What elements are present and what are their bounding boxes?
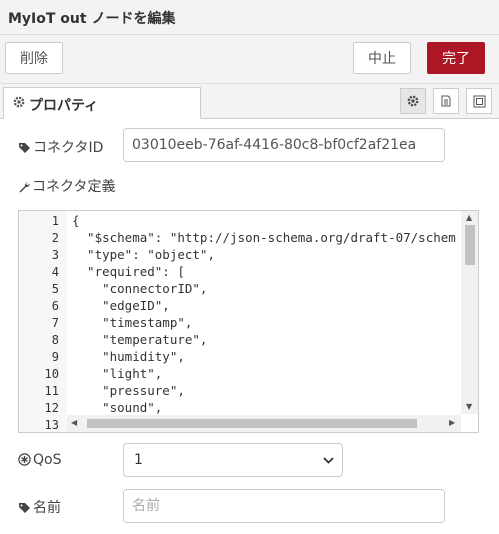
scroll-up-icon[interactable]: ▲ (466, 213, 472, 222)
wrench-icon (19, 182, 30, 193)
connector-def-label: コネクタ定義 (18, 176, 115, 196)
line-number: 5 (51, 282, 59, 296)
tab-properties-label: プロパティ (29, 98, 99, 114)
tab-properties[interactable]: プロパティ (3, 87, 201, 119)
code-line: "humidity", (72, 349, 185, 364)
appearance-view-button[interactable] (466, 88, 492, 114)
line-number: 12 (44, 401, 59, 415)
chevron-down-icon (323, 457, 334, 464)
done-button[interactable]: 完了 (427, 42, 485, 74)
gear-icon (407, 95, 419, 107)
asterisk-icon (18, 453, 31, 466)
line-number: 6 (51, 299, 59, 313)
line-number: 3 (51, 248, 59, 262)
editor-horizontal-scroll-thumb[interactable] (87, 419, 417, 428)
qos-select[interactable]: 1 (123, 443, 343, 477)
line-number: 4 (51, 265, 59, 279)
connector-id-input[interactable]: 03010eeb-76af-4416-80c8-bf0cf2af21ea (123, 128, 445, 162)
code-line: { (72, 213, 80, 228)
qos-selected-value: 1 (134, 452, 143, 468)
line-number: 8 (51, 333, 59, 347)
line-number: 7 (51, 316, 59, 330)
code-line: "light", (72, 366, 163, 381)
scroll-right-icon[interactable]: ▶ (449, 418, 455, 427)
editor-vertical-scroll-thumb[interactable] (465, 225, 475, 265)
description-icon (441, 95, 451, 107)
code-line: "timestamp", (72, 315, 193, 330)
properties-view-button[interactable] (400, 88, 426, 114)
line-number: 10 (44, 367, 59, 381)
delete-button[interactable]: 削除 (5, 42, 63, 74)
dialog-toolbar: 削除 中止 完了 (0, 35, 499, 84)
tag-icon (19, 143, 30, 153)
connector-id-label: コネクタID (18, 137, 103, 157)
code-line: "pressure", (72, 383, 185, 398)
code-line: "$schema": "http://json-schema.org/draft… (72, 230, 456, 245)
code-line: "temperature", (72, 332, 208, 347)
gear-icon (13, 96, 25, 108)
code-line: "edgeID", (72, 298, 170, 313)
code-line: "connectorID", (72, 281, 208, 296)
description-view-button[interactable] (433, 88, 459, 114)
scroll-left-icon[interactable]: ◀ (71, 418, 77, 427)
tag-icon (19, 503, 30, 513)
code-line: "required": [ (72, 264, 185, 279)
name-label: 名前 (18, 497, 61, 517)
dialog-title: MyIoT out ノードを編集 (8, 11, 176, 27)
dialog-title-bar: MyIoT out ノードを編集 (0, 0, 499, 35)
code-line: "type": "object", (72, 247, 215, 262)
appearance-icon (473, 95, 486, 108)
name-input[interactable]: 名前 (123, 489, 445, 523)
connector-def-editor[interactable]: 1 2 3 4 5 6 7 8 9 10 11 12 13 { "$schema… (18, 210, 479, 433)
line-number: 11 (44, 384, 59, 398)
qos-label: QoS (18, 452, 61, 468)
code-line: "sound", (72, 400, 163, 415)
scroll-down-icon[interactable]: ▼ (466, 402, 472, 411)
line-number: 1 (51, 214, 59, 228)
line-number: 9 (51, 350, 59, 364)
line-number: 13 (44, 418, 59, 432)
line-number: 2 (51, 231, 59, 245)
cancel-button[interactable]: 中止 (353, 42, 411, 74)
